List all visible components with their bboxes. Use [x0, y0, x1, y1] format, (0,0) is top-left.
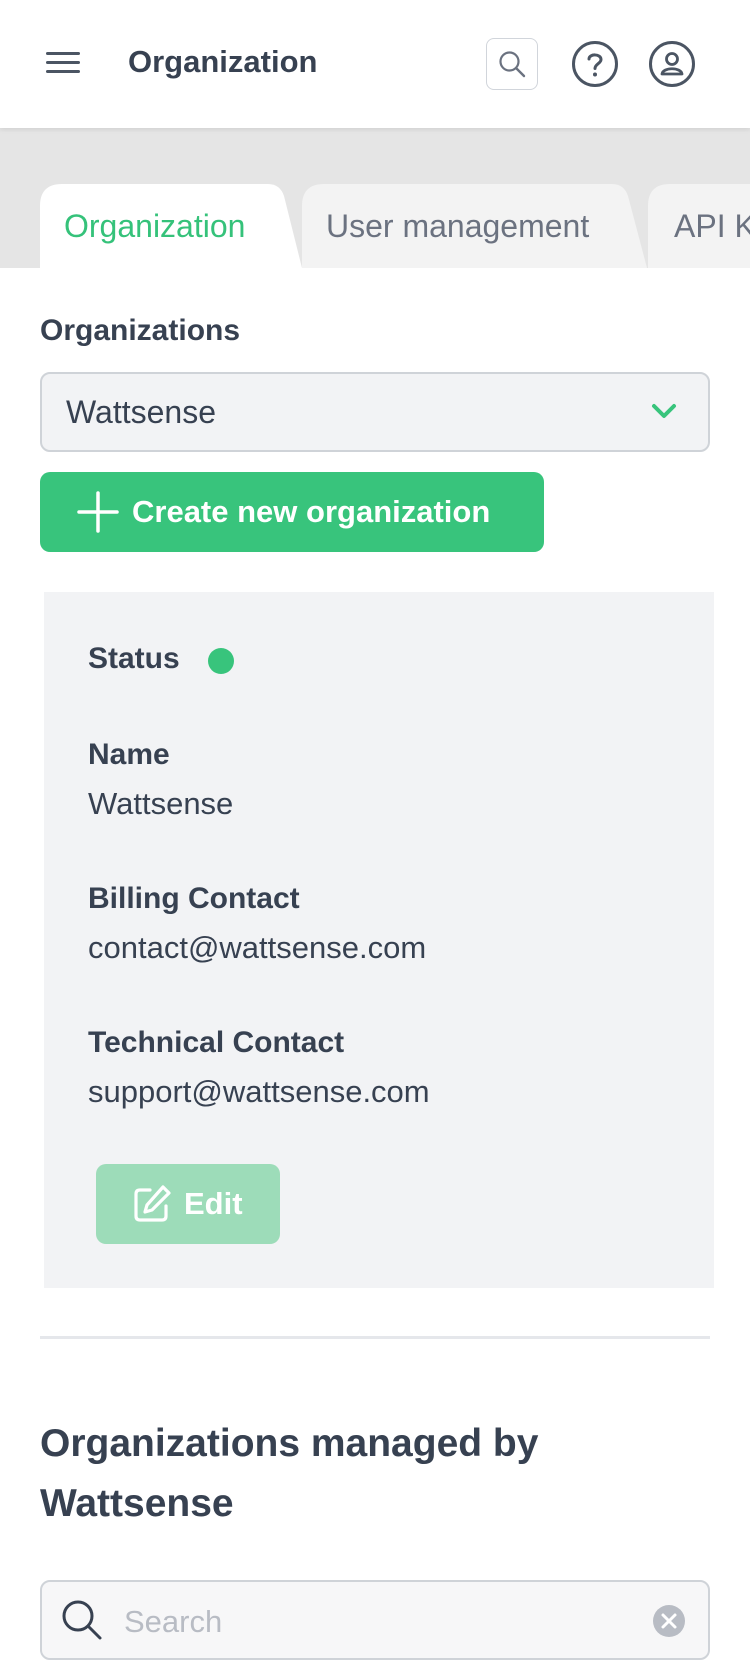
edit-icon	[130, 1182, 174, 1226]
status-indicator	[208, 648, 234, 674]
help-icon	[572, 41, 618, 87]
tab-api-keys[interactable]: API K	[648, 184, 750, 268]
search-placeholder: Search	[124, 1604, 223, 1639]
clear-icon[interactable]	[652, 1604, 686, 1638]
status-label: Status	[88, 642, 180, 675]
menu-icon[interactable]	[46, 48, 80, 76]
chevron-down-icon	[652, 404, 676, 418]
edit-button[interactable]: Edit	[96, 1164, 280, 1244]
billing-contact-value: contact@wattsense.com	[88, 930, 427, 965]
selected-organization: Wattsense	[66, 393, 216, 430]
name-label: Name	[88, 738, 170, 771]
search-icon	[499, 51, 526, 78]
tab-label: Organization	[64, 207, 246, 244]
search-input[interactable]: Search	[40, 1580, 710, 1660]
tab-label: API K	[674, 207, 750, 244]
page-title: Organization	[128, 44, 318, 79]
organizations-label: Organizations	[40, 314, 241, 347]
user-icon	[649, 41, 695, 87]
technical-contact-label: Technical Contact	[88, 1026, 345, 1059]
create-organization-label: Create new organization	[132, 494, 491, 529]
technical-contact-value: support@wattsense.com	[88, 1074, 430, 1109]
plus-icon	[76, 490, 120, 534]
organization-select[interactable]: Wattsense	[40, 372, 710, 452]
tabs-bar: Organization User management API K	[0, 128, 750, 268]
section-divider	[40, 1336, 710, 1339]
help-button[interactable]	[571, 40, 619, 88]
create-organization-button[interactable]: Create new organization	[40, 472, 544, 552]
name-value: Wattsense	[88, 786, 234, 821]
search-icon	[62, 1600, 102, 1640]
edit-label: Edit	[184, 1186, 243, 1221]
top-header: Organization	[0, 0, 750, 128]
organization-details-card: Status Name Wattsense Billing Contact co…	[44, 592, 714, 1288]
search-button[interactable]	[486, 38, 538, 90]
tab-label: User management	[326, 207, 590, 244]
user-button[interactable]	[648, 40, 696, 88]
tab-organization[interactable]: Organization	[40, 184, 302, 268]
managed-organizations-title: Organizations managed by Wattsense	[40, 1422, 539, 1525]
billing-contact-label: Billing Contact	[88, 882, 300, 915]
tab-user-management[interactable]: User management	[302, 184, 647, 268]
